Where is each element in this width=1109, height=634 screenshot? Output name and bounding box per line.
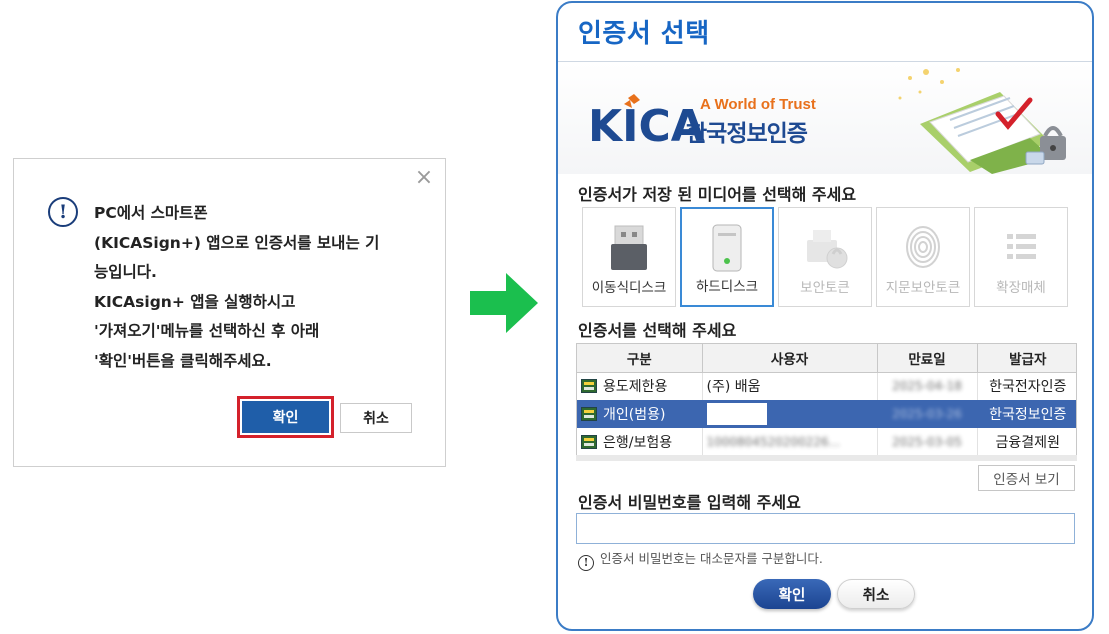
view-certificate-button[interactable]: 인증서 보기: [978, 465, 1075, 491]
message-line: KICAsign+ 앱을 실행하시고: [94, 292, 296, 311]
media-extended[interactable]: 확장매체: [974, 207, 1068, 307]
message-line: 능입니다.: [94, 263, 157, 281]
media-label: 하드디스크: [695, 279, 759, 295]
cert-user: (주) 배움: [701, 372, 877, 400]
media-fingerprint-token[interactable]: 지문보안토큰: [876, 207, 970, 307]
message-line: '확인'버튼을 클릭해주세요.: [94, 351, 272, 370]
message-line: PC에서 스마트폰: [94, 204, 208, 222]
cert-expiry: 2025-03-26: [876, 400, 977, 428]
cert-expiry-value: 2025-03-05: [892, 435, 962, 449]
media-removable-disk[interactable]: 이동식디스크: [582, 207, 676, 307]
cert-issuer: 한국정보인증: [976, 400, 1076, 428]
media-hard-disk[interactable]: 하드디스크: [680, 207, 774, 307]
certificate-table: 구분 사용자 만료일 발급자 용도제한용 (주) 배움 2025-04-18 한…: [576, 343, 1077, 461]
column-header[interactable]: 만료일: [877, 344, 978, 373]
table-header: 구분 사용자 만료일 발급자: [577, 344, 1076, 373]
mini-ok-button[interactable]: 확인: [242, 401, 329, 433]
table-row[interactable]: 용도제한용 (주) 배움 2025-04-18 한국전자인증: [577, 372, 1076, 400]
media-label: 보안토큰: [800, 280, 850, 296]
media-label: 확장매체: [996, 280, 1046, 296]
cert-type-cell: 개인(범용): [577, 400, 702, 428]
table-horizontal-scrollbar[interactable]: [576, 455, 1077, 461]
certificate-icon: [581, 379, 597, 394]
cert-user-redacted: [706, 403, 767, 425]
fingerprint-icon: [906, 226, 940, 268]
cert-expiry: 2025-04-18: [876, 372, 977, 400]
cert-expiry: 2025-03-05: [876, 428, 977, 456]
cert-issuer: 금융결제원: [976, 428, 1076, 456]
close-icon[interactable]: ×: [413, 167, 435, 189]
cert-type-cell: 용도제한용: [577, 372, 702, 400]
cert-type: 용도제한용: [603, 379, 668, 396]
cancel-button[interactable]: 취소: [837, 579, 915, 609]
dialog-title: 인증서 선택: [578, 19, 710, 49]
column-header[interactable]: 발급자: [977, 344, 1076, 373]
cert-type: 개인(범용): [603, 407, 666, 423]
table-row[interactable]: 개인(범용) 2025-03-26 한국정보인증: [577, 400, 1076, 428]
media-security-token[interactable]: 보안토큰: [778, 207, 872, 307]
media-selector: 이동식디스크 하드디스크 보안토큰 지문보안토큰 확장매체: [582, 207, 1072, 309]
confirm-button[interactable]: 확인: [753, 579, 831, 609]
cert-issuer: 한국전자인증: [976, 372, 1076, 400]
media-prompt: 인증서가 저장 된 미디어를 선택해 주세요: [578, 185, 857, 204]
hard-disk-icon: [712, 224, 742, 272]
media-label: 이동식디스크: [591, 280, 667, 296]
cert-expiry-value: 2025-03-26: [892, 407, 962, 421]
list-icon: [1007, 234, 1036, 259]
security-token-icon: [807, 230, 848, 269]
password-input[interactable]: [576, 513, 1075, 544]
brand-banner: KICA A World of Trust 한국정보인증: [558, 62, 1092, 174]
password-hint: ! 인증서 비밀번호는 대소문자를 구분합니다.: [578, 548, 823, 571]
message-line: '가져오기'메뉴를 선택하신 후 아래: [94, 322, 320, 340]
certificate-prompt: 인증서를 선택해 주세요: [578, 321, 737, 340]
cert-type: 은행/보험용: [603, 435, 673, 451]
cert-expiry-value: 2025-04-18: [892, 379, 962, 394]
brand-tagline: A World of Trust: [700, 96, 816, 113]
certificate-folder-illustration: [898, 68, 1066, 174]
mini-cancel-button[interactable]: 취소: [340, 403, 412, 433]
password-hint-text: 인증서 비밀번호는 대소문자를 구분합니다.: [600, 551, 823, 566]
cert-user-value: 1000804520200226...: [706, 435, 841, 449]
send-to-smartphone-dialog: × ! PC에서 스마트폰 (KICASign+) 앱으로 인증서를 보내는 기…: [13, 158, 446, 467]
dialog-message: PC에서 스마트폰 (KICASign+) 앱으로 인증서를 보내는 기 능입니…: [94, 199, 424, 376]
info-icon: !: [48, 197, 78, 227]
cert-user-cell: [701, 400, 877, 428]
info-icon: !: [578, 555, 594, 571]
message-line: (KICASign+) 앱으로 인증서를 보내는 기: [94, 233, 380, 252]
brand-korean-name: 한국정보인증: [686, 121, 808, 147]
certificate-select-dialog: 인증서 선택 KICA A World of Trust 한국정보인증 인증서가…: [556, 1, 1094, 631]
certificate-icon: [581, 435, 597, 449]
cert-type-cell: 은행/보험용: [577, 428, 702, 456]
media-label: 지문보안토큰: [885, 280, 961, 296]
usb-drive-icon: [611, 225, 647, 270]
cert-user: 1000804520200226...: [701, 428, 877, 456]
password-prompt: 인증서 비밀번호를 입력해 주세요: [578, 493, 801, 512]
column-header[interactable]: 사용자: [702, 344, 878, 373]
certificate-icon: [581, 407, 597, 421]
arrow-right-icon: [470, 273, 538, 333]
table-row[interactable]: 은행/보험용 1000804520200226... 2025-03-05 금융…: [577, 428, 1076, 456]
column-header[interactable]: 구분: [577, 344, 703, 373]
